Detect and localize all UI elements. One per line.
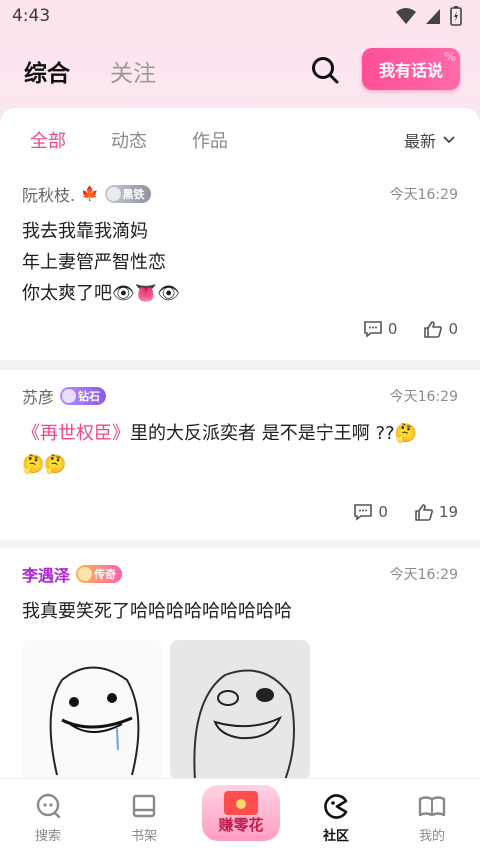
sort-dropdown[interactable]: 最新: [404, 128, 456, 152]
battery-icon: [450, 6, 462, 26]
signal-icon: [426, 9, 440, 24]
post-line-text: 你太爽了吧: [22, 283, 112, 304]
gem-icon: [62, 389, 77, 403]
comment-count: 0: [387, 320, 398, 338]
filter-bar: 全部 动态 作品 最新: [0, 108, 480, 168]
nav-community[interactable]: 社区: [296, 791, 376, 844]
username: 阮秋枝.: [22, 186, 76, 205]
like-button[interactable]: 19: [414, 503, 458, 521]
post-author[interactable]: 阮秋枝. 🍁 黑铁: [22, 182, 151, 206]
emoji-icon: 👁👅👁: [112, 283, 181, 304]
post-card[interactable]: 阮秋枝. 🍁 黑铁 今天16:29 我去我靠我滴妈 年上妻管严智性恋 你太爽了吧…: [0, 168, 480, 360]
meme-face-image: [49, 666, 140, 776]
like-count: 19: [438, 503, 458, 521]
speak-button[interactable]: % 我有话说: [362, 48, 460, 90]
rank-badge: 传奇: [76, 565, 123, 583]
leaf-icon: 🍁: [81, 186, 99, 202]
nav-bookshelf[interactable]: 书架: [104, 791, 184, 844]
comment-count: 0: [378, 503, 388, 521]
thinking-emoji-icon: 🤔: [394, 423, 417, 444]
status-time: 4:43: [12, 6, 51, 26]
post-time: 今天16:29: [389, 389, 458, 405]
post-author[interactable]: 苏彦 钻石: [22, 384, 107, 408]
post-line: 年上妻管严智性恋: [22, 252, 166, 273]
comment-icon: [364, 321, 382, 338]
bookshelf-icon: [132, 794, 156, 818]
open-book-icon: [418, 796, 446, 817]
post-time: 今天16:29: [389, 187, 458, 203]
post-line: 《再世权臣》里的大反派奕者 是不是宁王啊 ??🤔: [22, 418, 458, 449]
rank-badge: 钻石: [60, 387, 107, 405]
post-card[interactable]: 苏彦 钻石 今天16:29 《再世权臣》里的大反派奕者 是不是宁王啊 ??🤔 🤔…: [0, 370, 480, 540]
comment-button[interactable]: 0: [353, 503, 388, 521]
username: 李遇泽: [22, 566, 71, 585]
post-content: 我去我靠我滴妈 年上妻管严智性恋 你太爽了吧👁👅👁: [22, 216, 458, 309]
post-image[interactable]: [170, 640, 310, 778]
post-author[interactable]: 李遇泽 传奇: [22, 562, 123, 586]
post-line: 你太爽了吧👁👅👁: [22, 278, 458, 309]
post-content: 《再世权臣》里的大反派奕者 是不是宁王啊 ??🤔 🤔🤔: [22, 418, 458, 480]
status-bar: 4:43: [0, 0, 480, 34]
nav-label: 搜索: [34, 829, 61, 844]
post-image[interactable]: [22, 640, 162, 778]
search-chat-icon: [36, 793, 61, 819]
post-line-text: 里的大反派奕者 是不是宁王啊 ??: [130, 423, 395, 444]
thumbs-up-icon: [415, 504, 433, 521]
meme-face-image: [193, 669, 295, 778]
tab-following[interactable]: 关注: [110, 54, 156, 88]
gem-icon: [78, 567, 93, 581]
red-envelope-icon: [224, 791, 258, 815]
book-link[interactable]: 《再世权臣》: [22, 423, 130, 444]
status-icons: [396, 6, 462, 26]
nav-label: 书架: [130, 829, 157, 844]
bottom-nav: 搜索 书架 赚零花 社区 我的: [0, 778, 480, 853]
chevron-down-icon: [443, 136, 455, 144]
comment-icon: [354, 504, 373, 521]
gem-icon: [106, 187, 121, 201]
header: 综合 关注 % 我有话说: [0, 40, 480, 100]
post-line: 我去我靠我滴妈: [22, 221, 148, 242]
username: 苏彦: [22, 388, 55, 407]
nav-label: 我的: [418, 829, 445, 844]
nav-earn[interactable]: 赚零花: [202, 785, 280, 841]
comment-button[interactable]: 0: [363, 320, 398, 338]
filter-tab-works[interactable]: 作品: [192, 127, 228, 153]
speak-button-label: 我有话说: [378, 61, 443, 80]
post-content: 我真要笑死了哈哈哈哈哈哈哈哈哈: [22, 596, 458, 627]
community-icon: [324, 794, 348, 819]
tab-comprehensive[interactable]: 综合: [24, 54, 70, 88]
post-actions: 0 0: [363, 320, 458, 338]
badge-label: 黑铁: [122, 188, 145, 201]
wifi-icon: [396, 8, 416, 24]
badge-label: 钻石: [78, 390, 101, 403]
percent-deco-icon: %: [443, 50, 456, 64]
sort-label: 最新: [403, 132, 436, 151]
search-icon[interactable]: [309, 54, 341, 86]
thumbs-up-icon: [424, 321, 443, 338]
like-count: 0: [448, 320, 458, 338]
badge-label: 传奇: [94, 568, 117, 581]
rank-badge: 黑铁: [104, 185, 151, 203]
post-actions: 0 19: [353, 503, 458, 521]
post-time: 今天16:29: [389, 567, 458, 583]
filter-tab-all[interactable]: 全部: [30, 127, 66, 153]
nav-profile[interactable]: 我的: [392, 791, 472, 844]
thinking-emoji-icon: 🤔🤔: [22, 454, 67, 475]
nav-label: 赚零花: [218, 816, 264, 834]
nav-search[interactable]: 搜索: [8, 791, 88, 844]
nav-label: 社区: [322, 829, 349, 844]
filter-tab-updates[interactable]: 动态: [111, 127, 147, 153]
post-card[interactable]: 李遇泽 传奇 今天16:29 我真要笑死了哈哈哈哈哈哈哈哈哈: [0, 548, 480, 778]
post-line: 我真要笑死了哈哈哈哈哈哈哈哈哈: [22, 601, 292, 622]
feed[interactable]: 全部 动态 作品 最新 阮秋枝. 🍁 黑铁 今天16:29 我去我靠我滴妈 年上…: [0, 108, 480, 778]
like-button[interactable]: 0: [423, 320, 458, 338]
